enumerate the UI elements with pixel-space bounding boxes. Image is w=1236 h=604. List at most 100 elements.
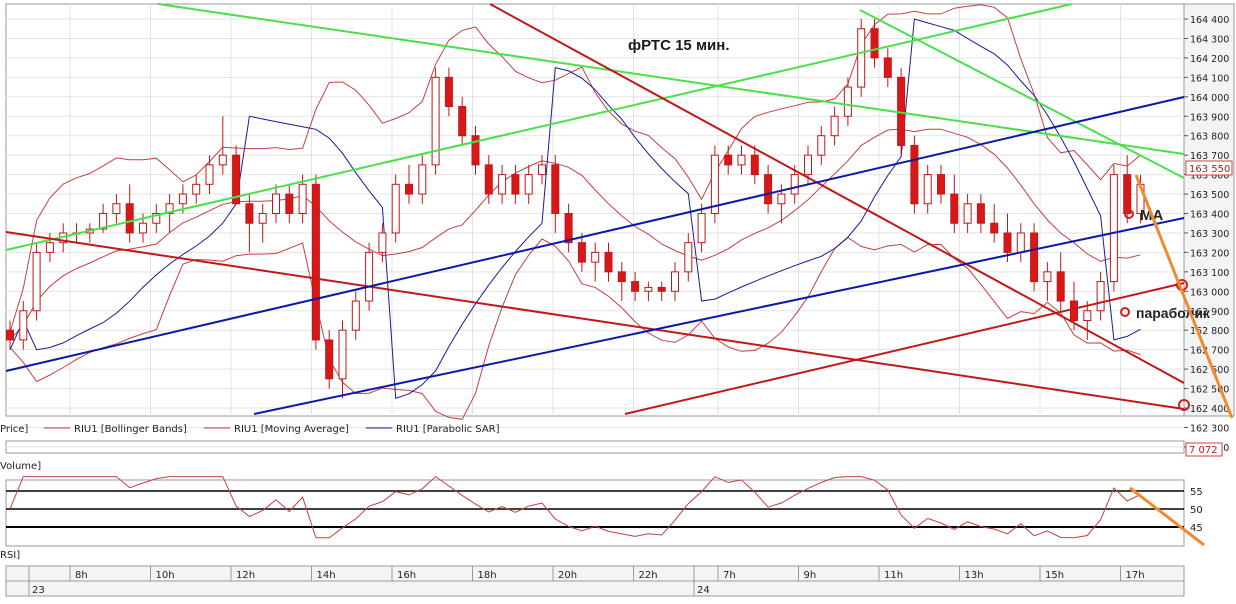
time-label: 18h	[478, 570, 497, 581]
candle-up	[1109, 174, 1118, 283]
candle-up	[524, 174, 533, 195]
candle-up	[1096, 281, 1105, 312]
time-label: 10h	[156, 570, 175, 581]
legend-ma: RIU1 [Moving Average]	[234, 424, 349, 435]
candle-down	[724, 154, 733, 166]
candle-up	[804, 154, 812, 176]
candle-up	[790, 174, 799, 195]
candle-up	[178, 193, 187, 205]
candle-up	[391, 183, 400, 234]
time-label: 20h	[558, 570, 577, 581]
time-label: 7h	[723, 570, 736, 581]
price-tick-label: 163 100	[1190, 268, 1229, 279]
price-tick-label: 163 400	[1190, 210, 1229, 221]
candle-up	[192, 183, 201, 195]
time-label: 22h	[639, 570, 658, 581]
time-label: 9h	[804, 570, 817, 581]
price-tick-label: 164 000	[1190, 93, 1229, 104]
candle-up	[857, 28, 866, 88]
candle-up	[830, 115, 839, 137]
candle-up	[1043, 271, 1052, 283]
price-tick-label: 162 300	[1190, 423, 1229, 434]
candle-up	[351, 300, 360, 331]
candle-up	[671, 271, 679, 292]
candle-up	[538, 164, 546, 176]
candle-down	[285, 193, 294, 215]
candle-down	[631, 281, 640, 292]
candle-up	[737, 154, 746, 166]
candle-down	[976, 203, 985, 224]
candle-up	[777, 193, 786, 205]
candle-up	[591, 251, 600, 263]
candle-down	[937, 174, 945, 195]
candle-down	[750, 154, 759, 176]
volume-label: Volume]	[0, 461, 41, 472]
candle-up	[1016, 232, 1025, 253]
candle-down	[564, 213, 573, 244]
candle-down	[883, 57, 892, 78]
candle-up	[45, 242, 54, 253]
candle-down	[1056, 271, 1065, 302]
price-tick-label: 164 100	[1190, 73, 1229, 84]
candle-up	[365, 251, 374, 302]
candle-up	[258, 213, 267, 224]
chart-title: фРТС 15 мин.	[628, 37, 730, 54]
candle-up	[272, 193, 280, 215]
candle-up	[378, 232, 387, 253]
candle-up	[338, 329, 347, 380]
candle-down	[1003, 232, 1012, 253]
candle-up	[19, 310, 28, 341]
candle-down	[311, 183, 320, 341]
candle-down	[6, 329, 14, 341]
time-label: 13h	[965, 570, 984, 581]
candle-down	[1030, 232, 1039, 283]
candle-down	[405, 183, 413, 195]
candle-down	[125, 203, 134, 234]
candle-down	[764, 174, 773, 205]
candle-up	[843, 86, 852, 117]
candle-down	[484, 164, 493, 195]
volume-value: 7 072	[1189, 445, 1218, 456]
time-label: 14h	[317, 570, 336, 581]
candle-up	[298, 183, 307, 214]
candle-down	[990, 222, 999, 234]
candle-up	[205, 164, 214, 185]
candle-up	[418, 164, 427, 195]
candle-down	[458, 106, 467, 137]
price-tick-label: 163 000	[1190, 287, 1229, 298]
candle-down	[1070, 300, 1078, 321]
rsi-tick-label: 45	[1190, 523, 1203, 534]
chart-canvas: 164 400 164 300 164 200 164 100 164 000 163 9…	[0, 0, 1236, 599]
candle-down	[950, 193, 959, 224]
price-tick-label: 162 600	[1190, 365, 1229, 376]
candle-up	[1083, 310, 1092, 321]
candle-down	[910, 144, 919, 205]
price-ticks: 164 400 164 300 164 200 164 100 164 000 163 9…	[1184, 15, 1229, 454]
candle-down	[604, 251, 613, 273]
candle-up	[139, 222, 147, 234]
candle-down	[870, 28, 879, 59]
candle-up	[218, 154, 227, 166]
price-tick-label: 164 400	[1190, 15, 1229, 26]
candle-up	[112, 203, 121, 214]
price-tick-label: 163 300	[1190, 229, 1229, 240]
price-tick-label: 164 300	[1190, 34, 1229, 45]
rsi-tick-label: 50	[1190, 505, 1203, 516]
candle-up	[32, 251, 41, 312]
candle-up	[963, 203, 972, 224]
candle-up	[644, 286, 653, 292]
candle-down	[551, 164, 560, 214]
candle-up	[498, 174, 507, 195]
candle-down	[511, 174, 520, 195]
candle-down	[325, 339, 334, 380]
price-tick-label: 163 500	[1190, 190, 1229, 201]
legend-bollinger: RIU1 [Bollinger Bands]	[74, 424, 187, 435]
candle-down	[577, 242, 586, 263]
day-label: 24	[697, 585, 710, 596]
time-label: 12h	[236, 570, 255, 581]
time-label: 15h	[1045, 570, 1064, 581]
sar-annotation: параболик	[1136, 305, 1211, 321]
candle-up	[697, 213, 706, 244]
candle-up	[684, 242, 693, 273]
price-tick-label: 163 800	[1190, 132, 1229, 143]
